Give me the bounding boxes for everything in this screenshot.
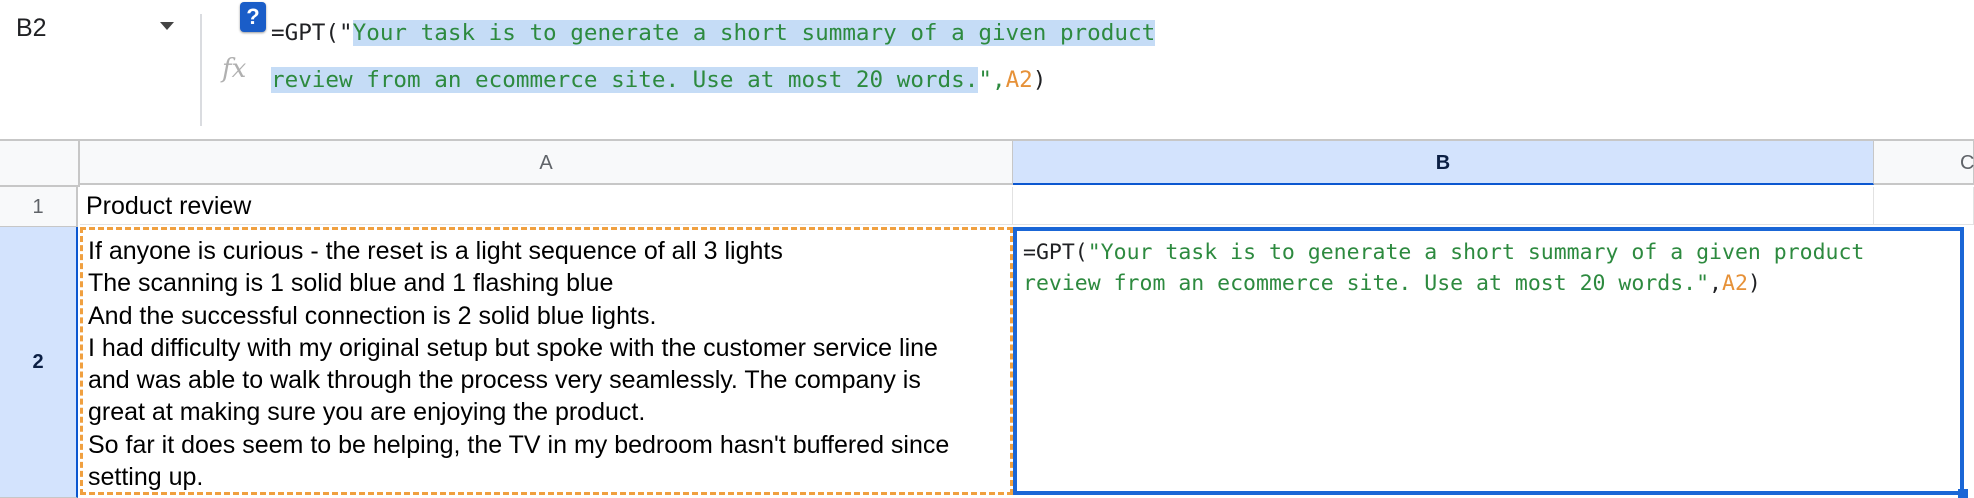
cell-a2-line: If anyone is curious - the reset is a li… — [88, 237, 783, 265]
cell-a2-line: great at making sure you are enjoying th… — [88, 398, 646, 427]
cell-b2-string-line1: "Your task is to generate a short summar… — [1087, 240, 1865, 265]
formula-prefix: =GPT(" — [271, 20, 353, 46]
formula-close-quote: ", — [978, 67, 1006, 93]
help-icon[interactable]: ? — [240, 2, 266, 32]
cell-b2-comma: , — [1709, 271, 1722, 296]
row-header-2[interactable]: 2 — [0, 227, 78, 498]
column-header-a[interactable]: A — [80, 141, 1013, 185]
formula-bar: B2 ? fx =GPT("Your task is to generate a… — [0, 0, 1974, 141]
column-header-b[interactable]: B — [1013, 141, 1874, 185]
cell-b2-string-line2: review from an ecommerce site. Use at mo… — [1023, 271, 1710, 296]
formula-string-line1: Your task is to generate a short summary… — [352, 20, 1156, 46]
cell-b2-suffix: ) — [1747, 271, 1761, 296]
formula-bar-divider — [200, 14, 202, 126]
fill-handle[interactable] — [1958, 489, 1968, 498]
chevron-down-icon[interactable] — [160, 22, 174, 30]
fx-icon: fx — [222, 54, 247, 84]
cell-a2-line: And the successful connection is 2 solid… — [88, 301, 657, 330]
column-header-c[interactable]: C — [1874, 141, 1974, 185]
cell-a2[interactable]: If anyone is curious - the reset is a li… — [80, 227, 1013, 495]
select-all-corner[interactable] — [0, 141, 80, 187]
cell-b2-line2: review from an ecommerce site. Use at mo… — [1023, 268, 1960, 299]
cell-b2-reference: A2 — [1722, 271, 1748, 296]
formula-string-line2: review from an ecommerce site. Use at mo… — [271, 67, 979, 93]
cell-b1[interactable] — [1013, 187, 1874, 225]
cell-b2-line1: =GPT("Your task is to generate a short s… — [1023, 237, 1960, 268]
cell-a2-line: setting up. — [88, 463, 204, 492]
cell-c1[interactable] — [1874, 187, 1974, 225]
cell-a2-line: and was able to walk through the process… — [88, 366, 921, 395]
name-box[interactable]: B2 — [16, 14, 47, 43]
formula-input[interactable]: =GPT("Your task is to generate a short s… — [271, 10, 1471, 104]
cell-a2-line: So far it does seem to be helping, the T… — [88, 430, 950, 459]
cell-a1[interactable]: Product review — [80, 187, 1013, 225]
cell-b2-prefix: =GPT( — [1023, 240, 1088, 265]
formula-suffix: ) — [1032, 67, 1047, 93]
cell-a2-line: I had difficulty with my original setup … — [88, 333, 938, 362]
formula-reference: A2 — [1005, 67, 1033, 93]
cell-b2-editor[interactable]: =GPT("Your task is to generate a short s… — [1013, 227, 1964, 495]
cell-a2-line: The scanning is 1 solid blue and 1 flash… — [88, 269, 614, 298]
row-header-1[interactable]: 1 — [0, 187, 78, 227]
